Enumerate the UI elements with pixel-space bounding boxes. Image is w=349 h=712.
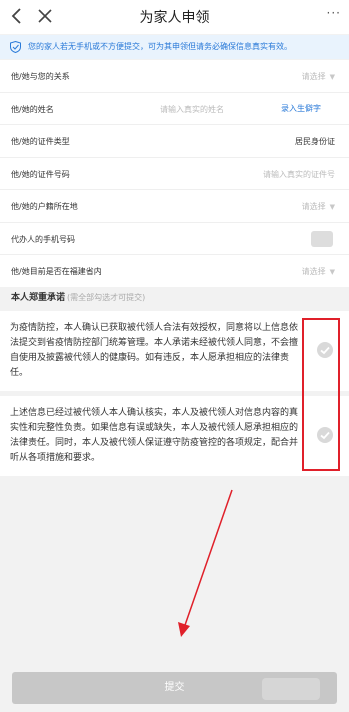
id-number-field[interactable]: 他/她的证件号码 请输入真实的证件号 [0,158,349,190]
chevron-down-icon: ▼ [329,203,335,211]
field-value[interactable]: 居民身份证 [295,136,335,147]
in-fujian-field[interactable]: 他/她目前是否在福建省内 请选择 ▼ [0,255,349,288]
id-number-input[interactable]: 请输入真实的证件号 [263,169,335,180]
field-label: 他/她的证件类型 [11,137,70,146]
blurred-overlay [262,678,320,700]
field-label: 他/她的户籍所在地 [11,202,78,211]
field-value[interactable]: 请选择 ▼ [302,201,335,212]
relationship-field[interactable]: 他/她与您的关系 请选择 ▼ [0,60,349,93]
field-label: 他/她的证件号码 [11,169,70,179]
field-label: 他/她的姓名 [11,104,54,114]
notice-text: 您的家人若无手机或不方便提交，可为其申领但请务必确保信息真实有效。 [28,42,292,51]
commitment-item[interactable]: 上述信息已经过被代领人本人确认核实，本人及被代领人对信息内容的真实性和完整性负责… [0,396,349,476]
agent-phone-field[interactable]: 代办人的手机号码 [0,223,349,255]
commitment-title: 本人郑重承诺 [11,293,66,303]
field-value[interactable]: 请选择 ▼ [302,266,335,277]
field-label: 他/她目前是否在福建省内 [11,267,102,276]
field-label: 他/她与您的关系 [11,72,70,81]
commitment-subtitle: (需全部勾选才可提交) [67,293,146,302]
shield-check-icon [10,41,21,53]
commitment-header: 本人郑重承诺 (需全部勾选才可提交) [0,287,349,309]
blurred-phone-value [311,230,333,247]
field-value[interactable]: 请选择 ▼ [302,71,335,82]
household-location-field[interactable]: 他/她的户籍所在地 请选择 ▼ [0,190,349,223]
info-notice-banner: 您的家人若无手机或不方便提交，可为其申领但请务必确保信息真实有效。 [0,35,349,59]
chevron-down-icon: ▼ [329,73,335,81]
commitment-item[interactable]: 为疫情防控，本人确认已获取被代领人合法有效授权，同意将以上信息依法提交到省疫情防… [0,311,349,391]
id-type-field[interactable]: 他/她的证件类型 居民身份证 [0,125,349,158]
annotation-highlight-box [302,318,340,471]
commitment-text: 上述信息已经过被代领人本人确认核实，本人及被代领人对信息内容的真实性和完整性负责… [10,408,299,463]
applicant-form: 他/她与您的关系 请选择 ▼ 他/她的姓名 请输入真实的姓名 录入生僻字 他/她的… [0,60,349,288]
name-field[interactable]: 他/她的姓名 请输入真实的姓名 录入生僻字 [0,93,349,125]
field-label: 代办人的手机号码 [11,234,75,244]
chevron-down-icon: ▼ [329,268,335,276]
more-menu-icon[interactable]: ··· [327,6,341,20]
page-title: 为家人申领 [139,10,210,26]
rare-character-button[interactable]: 录入生僻字 [281,103,321,114]
name-input[interactable]: 请输入真实的姓名 [160,104,224,115]
top-nav-bar: 为家人申领 ··· [0,0,349,34]
commitment-text: 为疫情防控，本人确认已获取被代领人合法有效授权，同意将以上信息依法提交到省疫情防… [10,323,299,378]
